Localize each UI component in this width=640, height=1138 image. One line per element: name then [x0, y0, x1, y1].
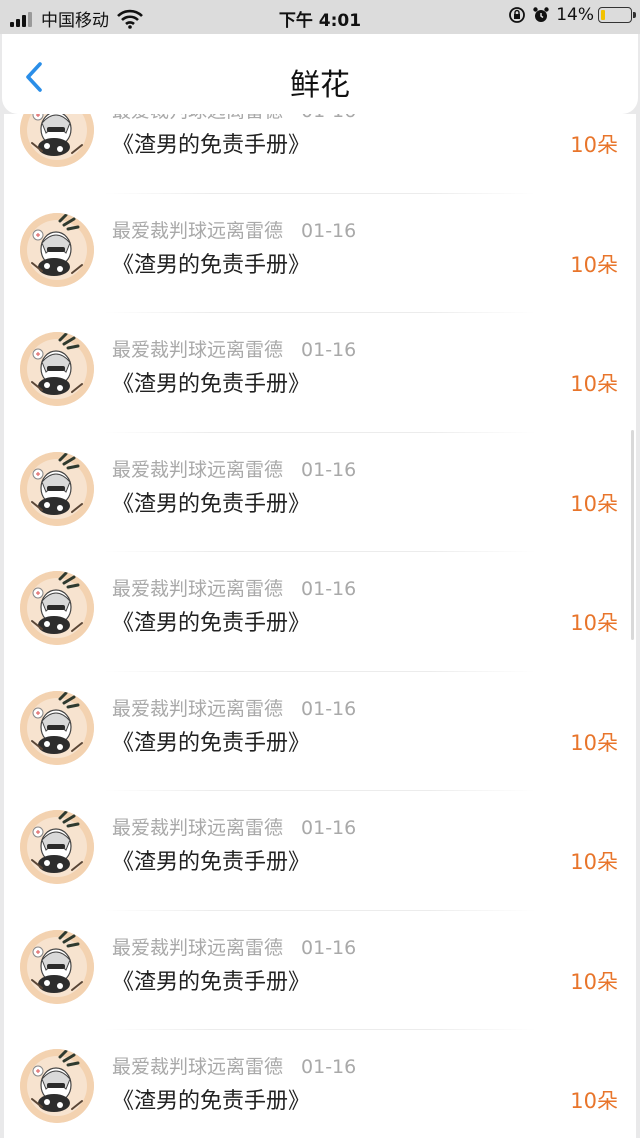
item-meta: 最爱裁判球远离雷德 01-16: [112, 335, 356, 362]
flower-count: 10朵: [570, 491, 618, 516]
item-meta: 最爱裁判球远离雷德 01-16: [112, 574, 356, 601]
avatar[interactable]: [20, 1049, 94, 1123]
status-right: 14%: [508, 5, 636, 25]
item-date: 01-16: [301, 458, 357, 481]
avatar[interactable]: [20, 332, 94, 406]
item-date: 01-16: [301, 1056, 357, 1078]
list-item[interactable]: 最爱裁判球远离雷德 01-16 《渣男的免责手册》 10朵: [4, 194, 636, 314]
flower-count: 10朵: [570, 850, 618, 874]
page-title: 鲜花: [290, 68, 350, 103]
list-item[interactable]: 最爱裁判球远离雷德 01-16 《渣男的免责手册》 10朵: [4, 313, 636, 433]
list-item[interactable]: 最爱裁判球远离雷德 01-16 《渣男的免责手册》 10朵: [4, 552, 636, 672]
item-meta: 最爱裁判球远离雷德 01-16: [112, 1052, 356, 1079]
battery-level: [601, 10, 605, 20]
book-title[interactable]: 《渣男的免责手册》: [112, 605, 310, 637]
user-name[interactable]: 最爱裁判球远离雷德: [112, 459, 283, 481]
avatar[interactable]: [20, 810, 94, 884]
orientation-lock-icon: [509, 7, 526, 23]
list-item[interactable]: 最爱裁判球远离雷德 01-16 《渣男的免责手册》 10朵: [4, 911, 636, 1031]
item-meta: 最爱裁判球远离雷德 01-16: [112, 694, 356, 721]
battery-percent: 14%: [556, 5, 594, 25]
avatar[interactable]: [20, 451, 94, 526]
book-title[interactable]: 《渣男的免责手册》: [112, 127, 310, 159]
item-date: 01-16: [301, 578, 357, 600]
avatar-image: [20, 810, 94, 884]
list-item[interactable]: 最爱裁判球远离雷德 01-16 《渣男的免责手册》 10朵: [4, 433, 636, 553]
item-date: 01-16: [301, 114, 356, 122]
book-title[interactable]: 《渣男的免责手册》: [112, 247, 310, 279]
item-date: 01-16: [301, 219, 357, 242]
avatar-image: [20, 929, 94, 1004]
book-title[interactable]: 《渣男的免责手册》: [112, 964, 310, 996]
avatar[interactable]: [20, 212, 94, 287]
status-bar: 中国移动 下午 4:01 14%: [0, 0, 640, 34]
item-date: 01-16: [301, 936, 357, 959]
list-item[interactable]: 最爱裁判球远离雷德 01-16 《渣男的免责手册》 10朵: [4, 672, 636, 792]
item-meta: 最爱裁判球远离雷德 01-16: [112, 933, 356, 960]
avatar-image: [20, 212, 94, 287]
avatar[interactable]: [20, 690, 94, 765]
avatar[interactable]: [20, 929, 94, 1004]
user-name[interactable]: 最爱裁判球远离雷德: [112, 817, 283, 839]
user-name[interactable]: 最爱裁判球远离雷德: [112, 114, 283, 122]
list-item[interactable]: 最爱裁判球远离雷德 01-16 《渣男的免责手册》 10朵: [4, 1030, 636, 1138]
flower-count: 10朵: [570, 611, 618, 635]
item-date: 01-16: [301, 339, 357, 361]
item-meta: 最爱裁判球远离雷德 01-16: [112, 114, 356, 123]
flower-count: 10朵: [570, 969, 618, 994]
flower-count: 10朵: [570, 252, 618, 277]
flower-count: 10朵: [570, 730, 618, 755]
avatar-image: [20, 571, 94, 645]
flower-count: 10朵: [570, 372, 618, 396]
book-title[interactable]: 《渣男的免责手册》: [112, 725, 310, 757]
book-title[interactable]: 《渣男的免责手册》: [112, 844, 310, 876]
avatar-image: [20, 690, 94, 765]
avatar-image: [20, 332, 94, 406]
avatar-image: [20, 1049, 94, 1123]
flower-list-track: 最爱裁判球远离雷德 01-16 《渣男的免责手册》 10朵 最爱裁判球远离雷德 01…: [4, 114, 636, 1138]
user-name[interactable]: 最爱裁判球远离雷德: [112, 1056, 283, 1078]
user-name[interactable]: 最爱裁判球远离雷德: [112, 578, 283, 600]
nav-bar: 鲜花: [2, 34, 638, 114]
battery-icon: [598, 7, 636, 23]
avatar[interactable]: [20, 571, 94, 645]
user-name[interactable]: 最爱裁判球远离雷德: [112, 937, 283, 959]
item-meta: 最爱裁判球远离雷德 01-16: [112, 455, 356, 482]
book-title[interactable]: 《渣男的免责手册》: [112, 1083, 310, 1115]
item-date: 01-16: [301, 697, 357, 720]
flower-count: 10朵: [570, 1089, 618, 1113]
avatar-image: [20, 451, 94, 526]
item-date: 01-16: [301, 817, 357, 839]
alarm-icon: [533, 7, 549, 22]
user-name[interactable]: 最爱裁判球远离雷德: [112, 698, 283, 720]
avatar[interactable]: [20, 114, 94, 167]
scrollbar[interactable]: [631, 430, 634, 640]
user-name[interactable]: 最爱裁判球远离雷德: [112, 339, 283, 361]
flower-count: 10朵: [570, 133, 618, 157]
item-meta: 最爱裁判球远离雷德 01-16: [112, 216, 356, 243]
book-title[interactable]: 《渣男的免责手册》: [112, 486, 310, 518]
user-name[interactable]: 最爱裁判球远离雷德: [112, 220, 283, 242]
avatar-image: [20, 114, 94, 167]
item-meta: 最爱裁判球远离雷德 01-16: [112, 813, 356, 840]
book-title[interactable]: 《渣男的免责手册》: [112, 366, 310, 398]
list-item[interactable]: 最爱裁判球远离雷德 01-16 《渣男的免责手册》 10朵: [4, 114, 636, 194]
flower-list[interactable]: 最爱裁判球远离雷德 01-16 《渣男的免责手册》 10朵 最爱裁判球远离雷德 01…: [4, 114, 636, 1138]
list-item[interactable]: 最爱裁判球远离雷德 01-16 《渣男的免责手册》 10朵: [4, 791, 636, 911]
